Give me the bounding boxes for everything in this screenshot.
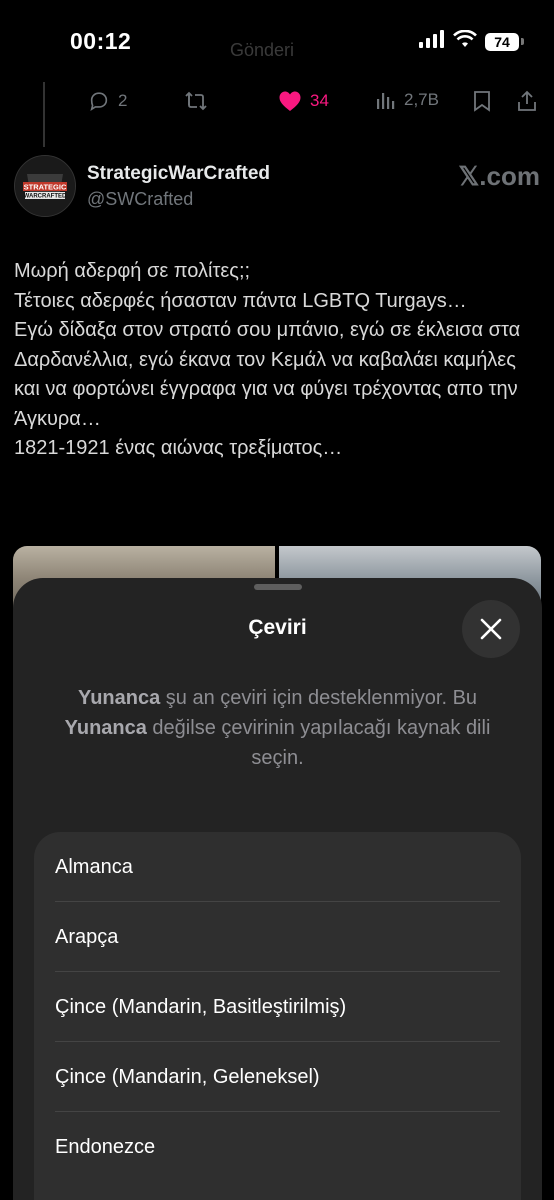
- detected-language-2: Yunanca: [64, 717, 147, 739]
- avatar-text-top: STRATEGIC: [24, 183, 67, 192]
- avatar-logo: STRATEGIC WARCRAFTED: [15, 156, 75, 216]
- avatar[interactable]: STRATEGIC WARCRAFTED: [14, 155, 76, 217]
- like-count: 34: [310, 91, 329, 110]
- language-option[interactable]: Arapça: [34, 902, 521, 972]
- reply-icon: [90, 92, 108, 112]
- thread-line: [43, 82, 45, 147]
- views-icon: [377, 93, 395, 109]
- user-handle[interactable]: @SWCrafted: [87, 189, 193, 210]
- x-watermark: 𝕏.com: [458, 161, 540, 191]
- reply-count: 2: [118, 91, 128, 110]
- close-button[interactable]: [462, 600, 520, 658]
- like-button[interactable]: 34: [278, 90, 329, 112]
- language-option[interactable]: Çince (Mandarin, Geleneksel): [34, 1042, 521, 1112]
- detected-language: Yunanca: [77, 687, 161, 709]
- sheet-grabber[interactable]: [254, 584, 302, 590]
- cellular-signal-icon: [419, 30, 445, 53]
- translation-sheet: Çeviri Yunanca şu an çeviri için destekl…: [13, 578, 542, 1200]
- battery-tip: [521, 38, 524, 45]
- status-icons: 74: [419, 29, 524, 53]
- tweet-text: Μωρή αδερφή σε πολίτες;; Τέτοιες αδερφές…: [14, 260, 521, 459]
- reply-button[interactable]: 2: [88, 90, 127, 112]
- avatar-text-bottom: WARCRAFTED: [24, 194, 67, 200]
- heart-icon: [279, 91, 301, 111]
- tweet-header: STRATEGIC WARCRAFTED StrategicWarCrafted…: [14, 155, 540, 219]
- language-option[interactable]: Endonezce: [34, 1112, 521, 1182]
- views-count: 2,7B: [404, 90, 439, 109]
- tweet-actions: 2 34 2,7B: [88, 90, 548, 124]
- unsupported-language-message: Yunanca şu an çeviri için desteklenmiyor…: [64, 687, 491, 769]
- display-name[interactable]: StrategicWarCrafted: [87, 163, 270, 185]
- views-button[interactable]: 2,7B: [376, 90, 439, 110]
- retweet-button[interactable]: [184, 90, 208, 112]
- battery-indicator: 74: [485, 32, 519, 51]
- close-icon: [480, 618, 502, 640]
- bookmark-icon: [474, 91, 490, 112]
- share-icon: [518, 90, 536, 111]
- language-option[interactable]: Çince (Mandarin, Basitleştirilmiş): [34, 972, 521, 1042]
- status-bar: 00:12 Gönderi 74: [0, 0, 554, 80]
- retweet-icon: [185, 91, 207, 111]
- wifi-icon: [453, 29, 477, 53]
- bookmark-button[interactable]: [473, 90, 491, 112]
- share-button[interactable]: [516, 90, 538, 112]
- faded-header-title: Gönderi: [230, 40, 295, 60]
- language-option[interactable]: Almanca: [34, 832, 521, 902]
- language-list: Almanca Arapça Çince (Mandarin, Basitleş…: [34, 832, 521, 1200]
- status-time: 00:12: [70, 28, 132, 54]
